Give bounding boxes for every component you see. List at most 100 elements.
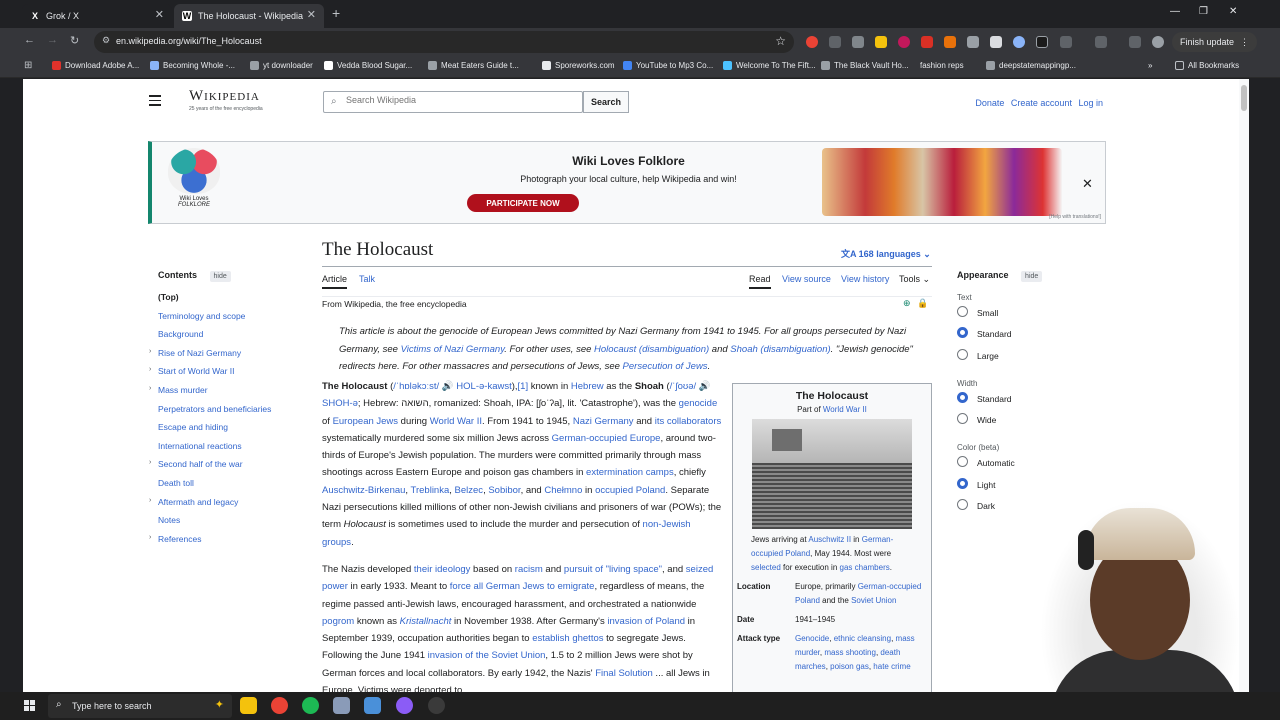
search-input[interactable] [346,95,576,105]
minimize-button[interactable]: — [1170,6,1180,17]
tab-talk[interactable]: Talk [359,274,375,284]
article-link[interactable]: ethnic cleansing [834,634,891,643]
article-link[interactable]: selected [751,563,781,572]
article-link[interactable]: their ideology [414,564,471,575]
back-arrow-icon[interactable]: ← [24,34,35,46]
article-link[interactable]: European Jews [333,416,398,427]
radio-button[interactable] [957,391,968,403]
radio-button[interactable] [957,456,968,468]
participate-now-button[interactable]: PARTICIPATE NOW [467,194,579,212]
spotify-icon[interactable] [302,697,319,714]
bookmark-item[interactable]: Welcome To The Fift... [723,61,816,70]
bookmark-star-icon[interactable]: ☆ [775,34,786,48]
toc-item[interactable]: Death toll [158,478,308,497]
chevron-right-icon[interactable]: › [149,534,151,541]
radio-option[interactable]: Standard [957,388,1107,409]
radio-button[interactable] [957,327,968,339]
article-link[interactable]: gas chambers [840,563,890,572]
chevron-right-icon[interactable]: » [1148,61,1152,70]
side-panel-icon[interactable] [1095,36,1107,48]
app-blue-icon[interactable] [364,697,381,714]
tab-grok[interactable]: X Grok / X ✕ [22,4,172,28]
app-purple-icon[interactable] [396,697,413,714]
article-link[interactable]: extermination camps [586,467,674,478]
bookmark-item[interactable]: Vedda Blood Sugar... [324,61,412,70]
bookmark-item[interactable]: Meat Eaters Guide t... [428,61,519,70]
article-link[interactable]: [1] [518,381,529,392]
toc-item[interactable]: Terminology and scope [158,311,308,330]
toc-item[interactable]: Background [158,329,308,348]
extension-yellow-icon[interactable] [875,36,887,48]
article-link[interactable]: Holocaust (disambiguation) [594,344,709,355]
extension-red-icon[interactable] [806,36,818,48]
create-account-link[interactable]: Create account [1011,98,1072,108]
article-link[interactable]: Shoah (disambiguation) [730,344,830,355]
wikipedia-logo[interactable]: Wikipedia 25 years of the free encyclope… [189,88,263,112]
toc-item[interactable]: Notes [158,515,308,534]
new-tab-button[interactable]: + [332,5,340,21]
close-window-button[interactable]: ✕ [1229,6,1237,17]
article-link[interactable]: German-occupied Europe [552,433,661,444]
apps-grid-icon[interactable]: ⊞ [24,60,32,71]
article-link[interactable]: invasion of the Soviet Union [428,650,546,661]
tab-read[interactable]: Read [749,274,771,289]
main-menu-icon[interactable] [149,95,161,109]
article-link[interactable]: Victims of Nazi Germany [401,344,505,355]
media-control-icon[interactable] [1129,36,1141,48]
toc-item[interactable]: Perpetrators and beneficiaries [158,404,308,423]
radio-option[interactable]: Large [957,345,1107,366]
article-link[interactable]: mass shooting [824,648,876,657]
hide-appearance-button[interactable]: hide [1021,271,1043,282]
radio-button[interactable] [957,499,968,511]
finish-update-button[interactable]: Finish update ⋮ [1172,32,1258,52]
lock-icon[interactable]: 🔒 [917,298,928,308]
file-explorer-icon[interactable] [240,697,257,714]
obs-icon[interactable] [428,697,445,714]
close-tab-icon[interactable]: ✕ [155,8,164,21]
extension-arrow-icon[interactable] [921,36,933,48]
tab-view-source[interactable]: View source [782,274,831,284]
tab-view-history[interactable]: View history [841,274,889,284]
chevron-right-icon[interactable]: › [149,459,151,466]
bookmark-item[interactable]: deepstatemappingp... [986,61,1076,70]
chevron-right-icon[interactable]: › [149,366,151,373]
radio-option[interactable]: Standard [957,323,1107,344]
article-link[interactable]: Hebrew [571,381,604,392]
extension-pink-icon[interactable] [898,36,910,48]
extension-dark-icon[interactable] [1036,36,1048,48]
article-link[interactable]: poison gas [830,662,869,671]
radio-button[interactable] [957,413,968,425]
toc-item[interactable]: › Aftermath and legacy [149,497,308,516]
article-link[interactable]: Sobibor [488,485,520,496]
toc-item[interactable]: › Rise of Nazi Germany [149,348,308,367]
app-gray-icon[interactable] [333,697,350,714]
extension-blue-icon[interactable] [1013,36,1025,48]
article-link[interactable]: force all German Jews to emigrate [450,581,595,592]
article-link[interactable]: Nazi Germany [573,416,634,427]
chevron-right-icon[interactable]: › [149,348,151,355]
article-link[interactable]: pursuit of "living space" [564,564,662,575]
bookmark-item[interactable]: Sporeworks.com [542,61,615,70]
extension-orange-icon[interactable] [944,36,956,48]
radio-option[interactable]: Automatic [957,452,1107,473]
article-link[interactable]: Belzec [455,485,484,496]
article-link[interactable]: hate crime [873,662,910,671]
search-box[interactable]: ⌕ [323,91,583,113]
extension-gray-icon[interactable] [829,36,841,48]
bookmark-item[interactable]: Becoming Whole -... [150,61,235,70]
toc-item[interactable]: International reactions [158,441,308,460]
all-bookmarks[interactable]: All Bookmarks [1175,61,1239,70]
article-link[interactable]: Treblinka [411,485,450,496]
good-article-icon[interactable]: ⊕ [903,298,911,308]
article-link[interactable]: invasion of Poland [607,616,685,627]
chrome-icon[interactable] [271,697,288,714]
address-bar[interactable]: ⚙ en.wikipedia.org/wiki/The_Holocaust ☆ [94,31,794,53]
tab-wikipedia[interactable]: W The Holocaust - Wikipedia ✕ [174,4,324,28]
world-war-ii-link[interactable]: World War II [823,405,867,414]
close-banner-icon[interactable]: ✕ [1082,176,1093,192]
article-link[interactable]: genocide [679,398,718,409]
search-button[interactable]: Search [583,91,629,113]
bookmark-item[interactable]: yt downloader [250,61,313,70]
windows-start-icon[interactable] [24,700,36,712]
radio-button[interactable] [957,348,968,360]
